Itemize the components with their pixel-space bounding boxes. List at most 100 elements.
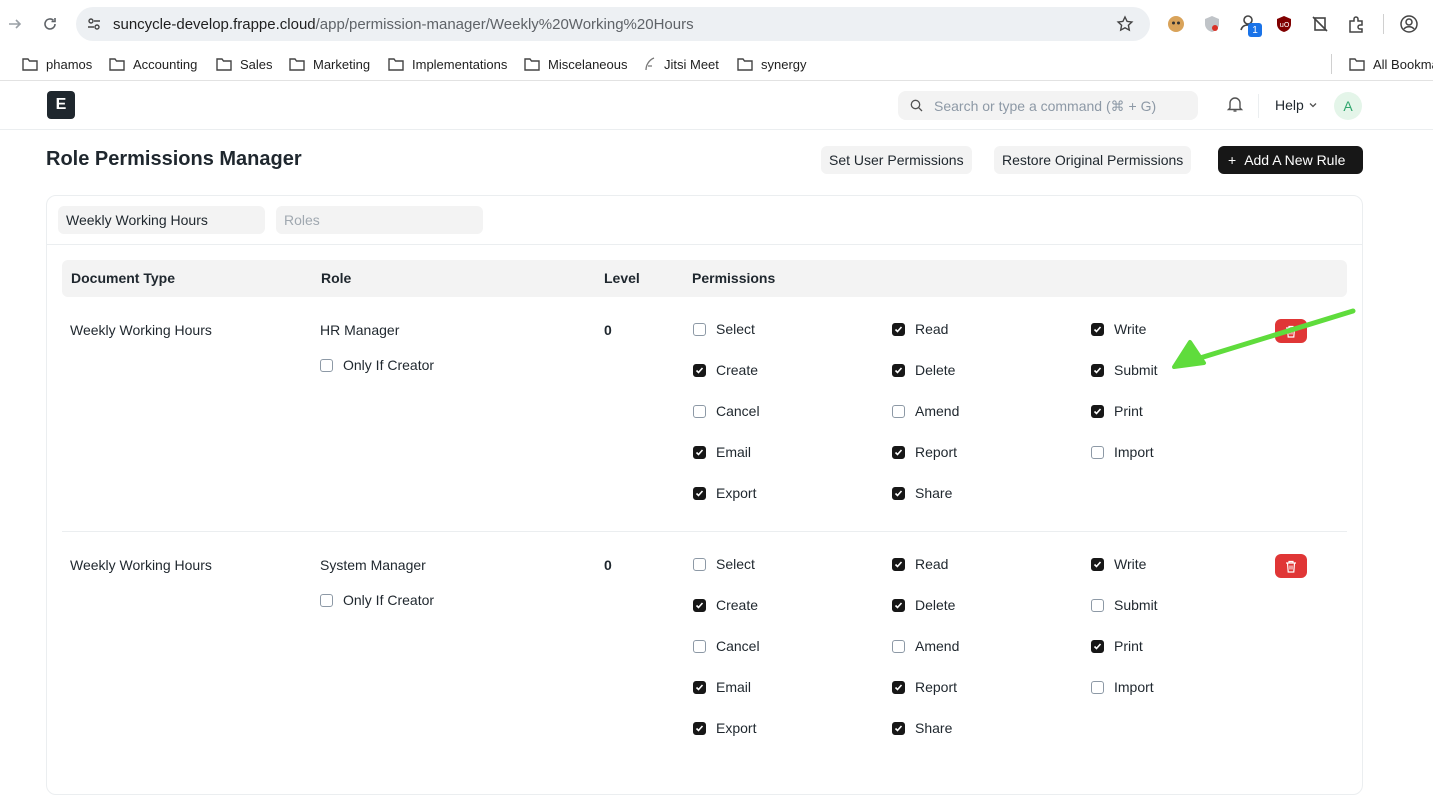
checkbox-label: Export xyxy=(716,485,757,501)
checkbox[interactable] xyxy=(320,593,333,607)
forward-arrow-icon[interactable] xyxy=(3,12,27,36)
restore-original-permissions-button[interactable]: Restore Original Permissions xyxy=(994,146,1192,174)
permission-import-checkbox[interactable]: Import xyxy=(1091,679,1154,695)
permission-delete-checkbox[interactable]: Delete xyxy=(892,362,955,378)
checkbox[interactable] xyxy=(693,598,706,612)
header-permissions: Permissions xyxy=(692,270,776,286)
permission-email-checkbox[interactable]: Email xyxy=(693,444,751,460)
only-if-creator-checkbox[interactable]: Only If Creator xyxy=(320,592,434,608)
add-new-rule-button[interactable]: + Add A New Rule xyxy=(1218,146,1363,174)
roles-filter-input[interactable]: Roles xyxy=(276,206,483,234)
bookmark-jitsi-meet[interactable]: Jitsi Meet xyxy=(644,54,719,74)
reload-icon[interactable] xyxy=(38,12,62,36)
permission-write-checkbox[interactable]: Write xyxy=(1091,321,1146,337)
permission-select-checkbox[interactable]: Select xyxy=(693,556,755,572)
checkbox[interactable] xyxy=(1091,363,1104,377)
checkbox[interactable] xyxy=(693,639,706,653)
permission-write-checkbox[interactable]: Write xyxy=(1091,556,1146,572)
permission-share-checkbox[interactable]: Share xyxy=(892,485,952,501)
checkbox-label: Submit xyxy=(1114,362,1158,378)
checkbox-label: Delete xyxy=(915,362,956,378)
delete-rule-button[interactable] xyxy=(1275,554,1307,578)
checkbox-label: Amend xyxy=(915,403,960,419)
checkbox[interactable] xyxy=(1091,445,1104,459)
permission-share-checkbox[interactable]: Share xyxy=(892,720,952,736)
checkbox[interactable] xyxy=(693,445,706,459)
checkbox[interactable] xyxy=(892,639,905,653)
checkbox[interactable] xyxy=(1091,680,1104,694)
bookmark-folder-synergy[interactable]: synergy xyxy=(737,54,807,74)
permission-create-checkbox[interactable]: Create xyxy=(693,597,758,613)
permission-amend-checkbox[interactable]: Amend xyxy=(892,638,959,654)
app-logo[interactable]: E xyxy=(47,91,75,119)
checkbox[interactable] xyxy=(693,322,706,336)
checkbox[interactable] xyxy=(693,363,706,377)
extensions-puzzle-icon[interactable] xyxy=(1345,13,1367,35)
extension-avatar-icon[interactable] xyxy=(1165,13,1187,35)
checkbox[interactable] xyxy=(1091,404,1104,418)
checkbox[interactable] xyxy=(892,721,905,735)
site-settings-icon[interactable] xyxy=(86,16,102,37)
permission-read-checkbox[interactable]: Read xyxy=(892,556,948,572)
extension-shield-icon[interactable] xyxy=(1201,13,1223,35)
bookmark-star-icon[interactable] xyxy=(1116,15,1134,38)
checkbox[interactable] xyxy=(892,404,905,418)
permission-submit-checkbox[interactable]: Submit xyxy=(1091,362,1158,378)
bookmark-folder-implementations[interactable]: Implementations xyxy=(388,54,507,74)
bookmark-folder-marketing[interactable]: Marketing xyxy=(289,54,370,74)
checkbox[interactable] xyxy=(693,404,706,418)
permission-delete-checkbox[interactable]: Delete xyxy=(892,597,955,613)
checkbox[interactable] xyxy=(693,557,706,571)
ublock-icon[interactable]: uO xyxy=(1273,13,1295,35)
extension-blocked-icon[interactable] xyxy=(1309,13,1331,35)
permission-export-checkbox[interactable]: Export xyxy=(693,720,756,736)
checkbox[interactable] xyxy=(892,445,905,459)
permission-report-checkbox[interactable]: Report xyxy=(892,444,957,460)
permission-create-checkbox[interactable]: Create xyxy=(693,362,758,378)
permission-read-checkbox[interactable]: Read xyxy=(892,321,948,337)
permission-print-checkbox[interactable]: Print xyxy=(1091,403,1143,419)
search-input[interactable]: Search or type a command (⌘ + G) xyxy=(898,91,1198,120)
checkbox[interactable] xyxy=(892,322,905,336)
checkbox[interactable] xyxy=(320,358,333,372)
bookmark-folder-miscelaneous[interactable]: Miscelaneous xyxy=(524,54,628,74)
checkbox[interactable] xyxy=(1091,598,1104,612)
checkbox[interactable] xyxy=(693,486,706,500)
permission-export-checkbox[interactable]: Export xyxy=(693,485,756,501)
checkbox[interactable] xyxy=(892,680,905,694)
checkbox[interactable] xyxy=(1091,557,1104,571)
help-dropdown[interactable]: Help xyxy=(1275,97,1318,113)
address-bar[interactable]: suncycle-develop.frappe.cloud/app/permis… xyxy=(76,7,1150,41)
extension-person-icon[interactable]: 1 xyxy=(1239,13,1262,37)
extension-badge: 1 xyxy=(1248,23,1262,37)
permission-select-checkbox[interactable]: Select xyxy=(693,321,755,337)
profile-icon[interactable] xyxy=(1398,13,1420,35)
set-user-permissions-button[interactable]: Set User Permissions xyxy=(821,146,972,174)
permission-import-checkbox[interactable]: Import xyxy=(1091,444,1154,460)
permission-submit-checkbox[interactable]: Submit xyxy=(1091,597,1158,613)
bookmark-folder-accounting[interactable]: Accounting xyxy=(109,54,197,74)
checkbox[interactable] xyxy=(1091,322,1104,336)
bookmark-folder-phamos[interactable]: phamos xyxy=(22,54,92,74)
checkbox-label: Email xyxy=(716,444,752,460)
checkbox[interactable] xyxy=(892,486,905,500)
permission-cancel-checkbox[interactable]: Cancel xyxy=(693,638,760,654)
permission-report-checkbox[interactable]: Report xyxy=(892,679,957,695)
doctype-filter-input[interactable]: Weekly Working Hours xyxy=(58,206,265,234)
checkbox[interactable] xyxy=(693,680,706,694)
bookmark-label: Jitsi Meet xyxy=(664,56,719,72)
checkbox[interactable] xyxy=(892,363,905,377)
checkbox[interactable] xyxy=(693,721,706,735)
permission-cancel-checkbox[interactable]: Cancel xyxy=(693,403,760,419)
permission-email-checkbox[interactable]: Email xyxy=(693,679,751,695)
checkbox[interactable] xyxy=(1091,639,1104,653)
notification-bell-icon[interactable] xyxy=(1226,95,1244,118)
all-bookmarks[interactable]: All Bookma xyxy=(1349,54,1433,74)
checkbox[interactable] xyxy=(892,598,905,612)
bookmark-folder-sales[interactable]: Sales xyxy=(216,54,273,74)
permission-print-checkbox[interactable]: Print xyxy=(1091,638,1143,654)
avatar[interactable]: A xyxy=(1334,92,1362,120)
checkbox[interactable] xyxy=(892,557,905,571)
only-if-creator-checkbox[interactable]: Only If Creator xyxy=(320,357,434,373)
permission-amend-checkbox[interactable]: Amend xyxy=(892,403,959,419)
